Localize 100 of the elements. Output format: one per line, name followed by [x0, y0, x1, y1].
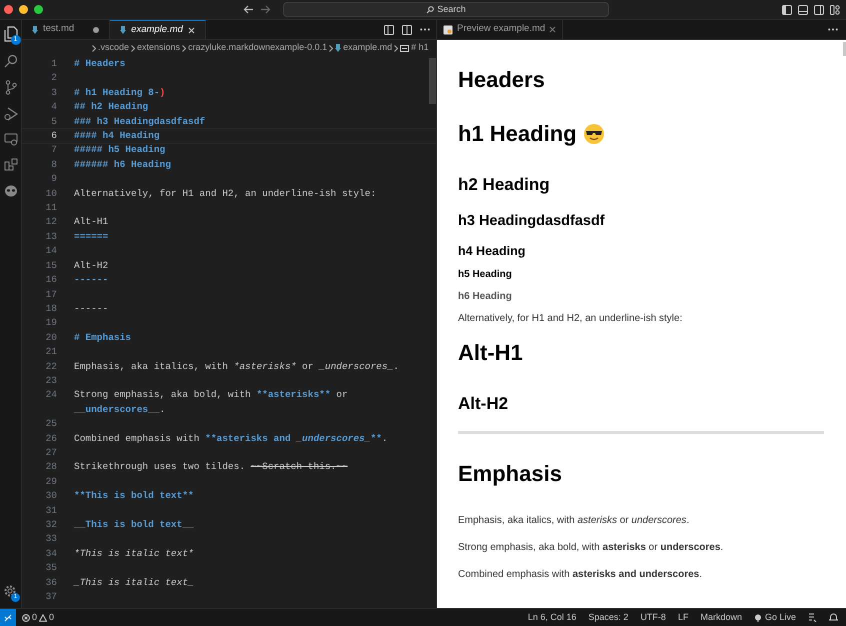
code-line: ### h3 Headingdasdfasdf — [74, 114, 206, 129]
status-item[interactable]: Spaces: 2 — [588, 610, 628, 624]
go-live-button[interactable]: Go Live — [754, 610, 796, 624]
chevron-right-icon — [92, 44, 96, 52]
code-line: Alt-H2 — [74, 258, 110, 273]
line-number: 12 — [44, 215, 57, 230]
search-icon[interactable] — [4, 54, 18, 68]
line-number: 37 — [44, 590, 57, 604]
toggle-panel-icon[interactable] — [798, 4, 808, 14]
breadcrumb-item[interactable]: # h1 — [411, 41, 429, 55]
breadcrumb-item[interactable]: example.md — [343, 41, 392, 55]
more-actions-icon[interactable] — [420, 28, 430, 31]
files-icon[interactable] — [4, 26, 18, 42]
markdown-file-icon — [120, 26, 126, 34]
split-editor-icon[interactable] — [402, 24, 412, 34]
remote-explorer-icon[interactable] — [4, 133, 18, 146]
error-icon — [22, 614, 30, 622]
notifications-icon[interactable] — [829, 613, 838, 622]
settings-icon[interactable] — [3, 584, 17, 598]
chevron-right-icon — [394, 44, 398, 52]
forward-arrow-icon[interactable] — [260, 5, 271, 14]
maximize-window-button[interactable] — [34, 5, 43, 14]
run-debug-icon[interactable] — [4, 107, 18, 121]
line-number: 31 — [44, 504, 57, 518]
line-number: 23 — [44, 374, 57, 388]
line-number: 21 — [44, 345, 57, 360]
line-number: 13 — [44, 230, 57, 244]
markdown-file-icon — [32, 26, 38, 34]
search-field[interactable]: Search — [283, 2, 609, 17]
heading: Emphasis — [458, 460, 562, 488]
code-line: _This is italic text_ — [74, 576, 195, 590]
chevron-right-icon — [182, 44, 186, 52]
line-number: 14 — [44, 244, 57, 258]
heading: h2 Heading — [458, 174, 550, 196]
line-number: 25 — [44, 417, 57, 432]
line-number: 22 — [44, 360, 57, 374]
line-number: 20 — [44, 330, 57, 345]
minimize-window-button[interactable] — [19, 5, 28, 14]
code-line: # Emphasis — [74, 330, 132, 345]
status-item[interactable]: LF — [678, 610, 688, 624]
source-control-icon[interactable] — [4, 80, 16, 95]
code-line: ##### h5 Heading — [74, 143, 166, 158]
status-item[interactable]: UTF-8 — [640, 610, 666, 624]
broadcast-icon — [754, 614, 762, 622]
markdown-file-icon — [335, 44, 342, 52]
close-window-button[interactable] — [4, 5, 13, 14]
code-line: ###### h6 Heading — [74, 158, 172, 172]
chevron-right-icon — [131, 44, 136, 52]
code-line: #### h4 Heading — [74, 129, 161, 144]
extensions-icon[interactable] — [4, 158, 18, 172]
heading: h3 Headingdasdfasdf — [458, 212, 605, 230]
warning-icon — [39, 614, 48, 622]
remote-button[interactable] — [0, 609, 16, 626]
line-number: 11 — [44, 201, 57, 216]
back-arrow-icon[interactable] — [243, 5, 254, 14]
status-item[interactable]: Ln 6, Col 16 — [528, 610, 576, 624]
line-number: 9 — [50, 172, 57, 186]
breadcrumb-item[interactable]: .vscode — [98, 41, 130, 55]
code-line: Emphasis, aka italics, with *asterisks* or _underscores_. — [74, 360, 400, 374]
line-number: 30 — [44, 489, 57, 504]
code-line: ------ — [74, 273, 110, 288]
customize-layout-icon[interactable] — [830, 4, 840, 14]
paragraph: Combined emphasis with asterisks and underscores. — [458, 568, 702, 581]
scrollbar-thumb[interactable] — [843, 42, 846, 56]
code-line: ====== — [74, 230, 110, 244]
breadcrumb-item[interactable]: crazyluke.markdownexample-0.0.1 — [188, 41, 328, 55]
close-icon[interactable] — [188, 26, 195, 34]
line-number: 5 — [50, 114, 57, 129]
line-number: 1 — [50, 57, 57, 71]
search-icon — [426, 6, 434, 14]
code-line: Strong emphasis, aka bold, with **asterisks** or __underscores__. — [74, 388, 349, 417]
editor-tab[interactable]: example.md — [110, 20, 206, 39]
preview-document-icon — [443, 24, 453, 34]
code-line: Alt-H1 — [74, 215, 110, 230]
code-line: __This is bold text__ — [74, 518, 195, 532]
symbol-icon — [400, 44, 410, 52]
code-line: ------ — [74, 302, 110, 316]
toggle-sidebar-icon[interactable] — [782, 4, 792, 14]
line-number: 8 — [50, 158, 57, 172]
heading: h5 Heading — [458, 268, 512, 281]
feedback-icon[interactable] — [808, 613, 817, 622]
line-number: 6 — [50, 129, 57, 144]
line-number: 18 — [44, 302, 57, 316]
line-number: 15 — [44, 258, 57, 273]
paragraph: Strong emphasis, aka bold, with asterisks or underscores. — [458, 541, 724, 554]
line-number: 2 — [50, 71, 57, 86]
paragraph: Alternatively, for H1 and H2, an underline-ish style: — [458, 312, 682, 325]
open-preview-icon[interactable] — [384, 24, 394, 34]
alien-icon[interactable] — [4, 184, 18, 197]
toggle-secondary-sidebar-icon[interactable] — [814, 4, 824, 14]
line-number: 10 — [44, 186, 57, 201]
more-actions-icon[interactable] — [828, 28, 838, 31]
line-number: 27 — [44, 446, 57, 460]
heading: Headers — [458, 66, 545, 94]
line-number: 3 — [50, 86, 57, 100]
line-number: 19 — [44, 316, 57, 330]
status-item[interactable]: Markdown — [700, 610, 742, 624]
breadcrumb-item[interactable]: extensions — [137, 41, 180, 55]
scrollbar-thumb[interactable] — [429, 58, 436, 104]
problems-button[interactable]: 0 0 — [22, 610, 54, 624]
